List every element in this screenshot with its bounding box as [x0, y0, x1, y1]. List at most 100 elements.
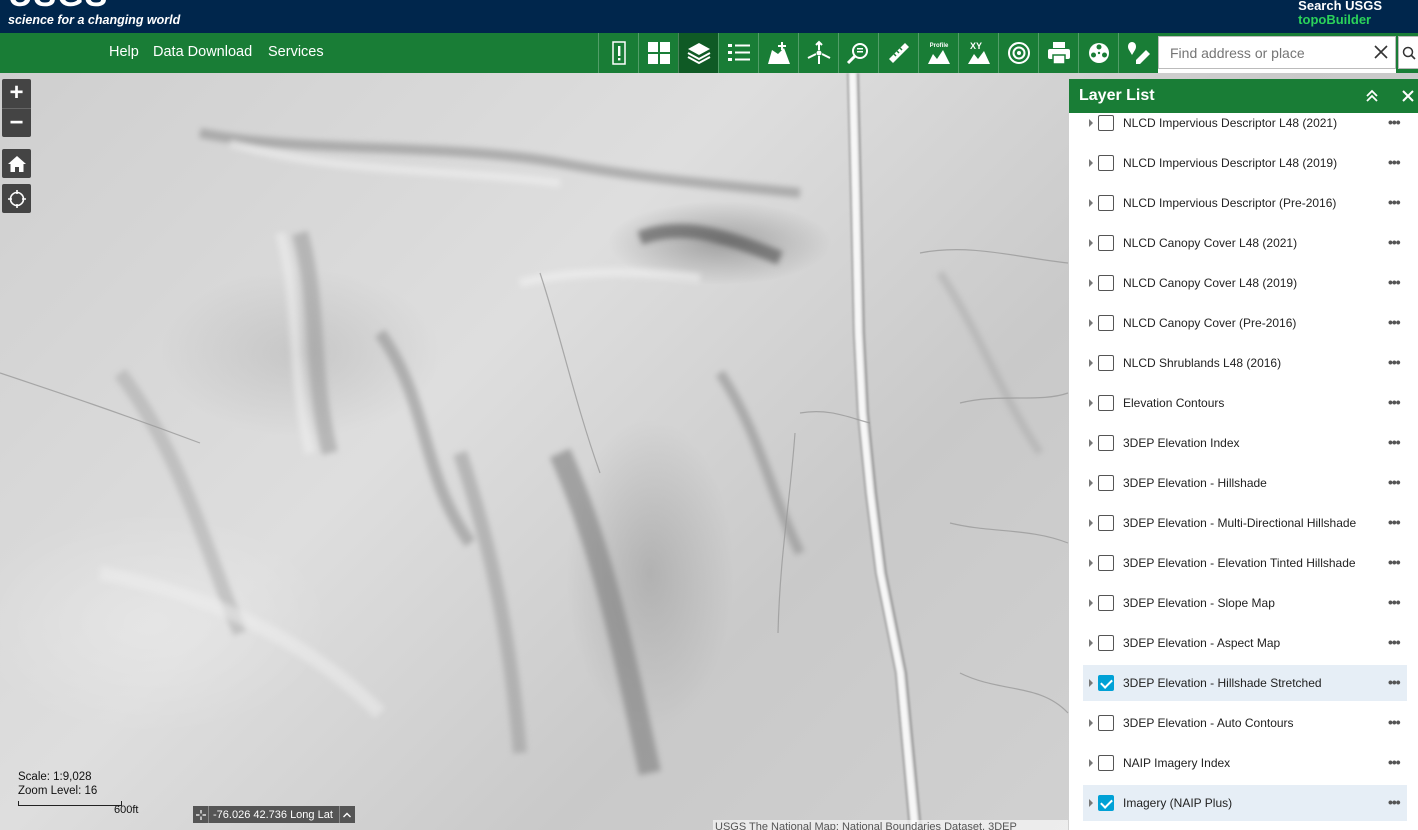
layer-row[interactable]: NLCD Impervious Descriptor L48 (2019) ••• — [1083, 145, 1407, 181]
layer-visibility-checkbox[interactable] — [1098, 155, 1114, 171]
profile-button[interactable]: Profile — [918, 33, 958, 73]
close-icon[interactable] — [1372, 43, 1390, 61]
layer-row[interactable]: 3DEP Elevation - Slope Map ••• — [1083, 585, 1407, 621]
layer-row[interactable]: 3DEP Elevation - Hillshade ••• — [1083, 465, 1407, 501]
layer-visibility-checkbox[interactable] — [1098, 555, 1114, 571]
more-options-icon[interactable]: ••• — [1388, 794, 1401, 810]
xy-button[interactable]: XY — [958, 33, 998, 73]
layer-row[interactable]: NAIP Imagery Index ••• — [1083, 745, 1407, 781]
print-button[interactable] — [1038, 33, 1078, 73]
expand-caret-icon[interactable] — [1089, 719, 1093, 727]
basemap-gallery-button[interactable] — [638, 33, 678, 73]
layer-visibility-checkbox[interactable] — [1098, 755, 1114, 771]
layer-row[interactable]: NLCD Canopy Cover (Pre-2016) ••• — [1083, 305, 1407, 341]
layer-row[interactable]: NLCD Impervious Descriptor (Pre-2016) ••• — [1083, 185, 1407, 221]
more-options-icon[interactable]: ••• — [1388, 194, 1401, 210]
expand-caret-icon[interactable] — [1089, 399, 1093, 407]
expand-caret-icon[interactable] — [1089, 439, 1093, 447]
layer-visibility-checkbox[interactable] — [1098, 715, 1114, 731]
expand-caret-icon[interactable] — [1089, 239, 1093, 247]
layer-visibility-checkbox[interactable] — [1098, 595, 1114, 611]
layer-visibility-checkbox[interactable] — [1098, 515, 1114, 531]
more-options-icon[interactable]: ••• — [1388, 114, 1401, 130]
film-reel-button[interactable] — [1078, 33, 1118, 73]
expand-caret-icon[interactable] — [1089, 559, 1093, 567]
expand-caret-icon[interactable] — [1089, 479, 1093, 487]
layer-visibility-checkbox[interactable] — [1098, 795, 1114, 811]
more-options-icon[interactable]: ••• — [1388, 594, 1401, 610]
search-input[interactable] — [1159, 37, 1359, 68]
more-options-icon[interactable]: ••• — [1388, 434, 1401, 450]
layer-visibility-checkbox[interactable] — [1098, 635, 1114, 651]
layer-visibility-checkbox[interactable] — [1098, 275, 1114, 291]
layer-visibility-checkbox[interactable] — [1098, 195, 1114, 211]
expand-caret-icon[interactable] — [1089, 599, 1093, 607]
layer-row[interactable]: NLCD Impervious Descriptor L48 (2021) ••• — [1083, 105, 1407, 141]
layer-row[interactable]: 3DEP Elevation Index ••• — [1083, 425, 1407, 461]
layer-row[interactable]: NLCD Shrublands L48 (2016) ••• — [1083, 345, 1407, 381]
more-options-icon[interactable]: ••• — [1388, 474, 1401, 490]
zoom-in-button[interactable]: + — [2, 79, 31, 108]
expand-caret-icon[interactable] — [1089, 199, 1093, 207]
more-options-icon[interactable]: ••• — [1388, 154, 1401, 170]
more-options-icon[interactable]: ••• — [1388, 514, 1401, 530]
expand-caret-icon[interactable] — [1089, 799, 1093, 807]
layer-visibility-checkbox[interactable] — [1098, 315, 1114, 331]
search-button[interactable] — [1398, 36, 1418, 69]
layer-row[interactable]: Imagery (NAIP Plus) ••• — [1083, 785, 1407, 821]
expand-caret-icon[interactable] — [1089, 759, 1093, 767]
expand-caret-icon[interactable] — [1089, 519, 1093, 527]
layer-visibility-checkbox[interactable] — [1098, 435, 1114, 451]
crosshair-button[interactable] — [193, 806, 209, 823]
layer-visibility-checkbox[interactable] — [1098, 475, 1114, 491]
more-options-icon[interactable]: ••• — [1388, 354, 1401, 370]
target-button[interactable] — [998, 33, 1038, 73]
collapse-icon[interactable] — [1365, 89, 1379, 103]
data-download-link[interactable]: Data Download — [153, 44, 252, 60]
measure-button[interactable] — [878, 33, 918, 73]
layer-row[interactable]: 3DEP Elevation - Hillshade Stretched ••• — [1083, 665, 1407, 701]
layer-row[interactable]: Elevation Contours ••• — [1083, 385, 1407, 421]
layer-row[interactable]: 3DEP Elevation - Auto Contours ••• — [1083, 705, 1407, 741]
close-icon[interactable] — [1401, 89, 1415, 103]
add-data-button[interactable] — [758, 33, 798, 73]
layer-row[interactable]: NLCD Canopy Cover L48 (2021) ••• — [1083, 225, 1407, 261]
more-options-icon[interactable]: ••• — [1388, 314, 1401, 330]
more-options-icon[interactable]: ••• — [1388, 234, 1401, 250]
expand-caret-icon[interactable] — [1089, 279, 1093, 287]
expand-caret-icon[interactable] — [1089, 159, 1093, 167]
services-link[interactable]: Services — [268, 44, 324, 60]
layer-row[interactable]: 3DEP Elevation - Multi-Directional Hills… — [1083, 505, 1407, 541]
more-options-icon[interactable]: ••• — [1388, 674, 1401, 690]
layer-list-button[interactable] — [678, 33, 718, 73]
expand-caret-icon[interactable] — [1089, 319, 1093, 327]
layer-visibility-checkbox[interactable] — [1098, 115, 1114, 131]
more-options-icon[interactable]: ••• — [1388, 714, 1401, 730]
more-options-icon[interactable]: ••• — [1388, 754, 1401, 770]
home-button[interactable] — [2, 149, 31, 178]
zoom-out-button[interactable]: − — [2, 108, 31, 137]
layer-row[interactable]: 3DEP Elevation - Elevation Tinted Hillsh… — [1083, 545, 1407, 581]
identify-button[interactable] — [838, 33, 878, 73]
legend-button[interactable] — [718, 33, 758, 73]
more-options-icon[interactable]: ••• — [1388, 554, 1401, 570]
locate-button[interactable] — [2, 184, 31, 213]
expand-caret-icon[interactable] — [1089, 359, 1093, 367]
coordinate-menu-button[interactable] — [338, 806, 355, 823]
edit-pin-button[interactable] — [1118, 33, 1158, 73]
layer-visibility-checkbox[interactable] — [1098, 355, 1114, 371]
more-options-icon[interactable]: ••• — [1388, 634, 1401, 650]
help-link[interactable]: Help — [109, 44, 139, 60]
layer-visibility-checkbox[interactable] — [1098, 395, 1114, 411]
layer-row[interactable]: NLCD Canopy Cover L48 (2019) ••• — [1083, 265, 1407, 301]
more-options-icon[interactable]: ••• — [1388, 274, 1401, 290]
expand-caret-icon[interactable] — [1089, 639, 1093, 647]
layer-visibility-checkbox[interactable] — [1098, 235, 1114, 251]
more-options-icon[interactable]: ••• — [1388, 394, 1401, 410]
expand-caret-icon[interactable] — [1089, 679, 1093, 687]
alert-button[interactable] — [598, 33, 638, 73]
layer-visibility-checkbox[interactable] — [1098, 675, 1114, 691]
expand-caret-icon[interactable] — [1089, 119, 1093, 127]
layer-row[interactable]: 3DEP Elevation - Aspect Map ••• — [1083, 625, 1407, 661]
share-button[interactable] — [798, 33, 838, 73]
